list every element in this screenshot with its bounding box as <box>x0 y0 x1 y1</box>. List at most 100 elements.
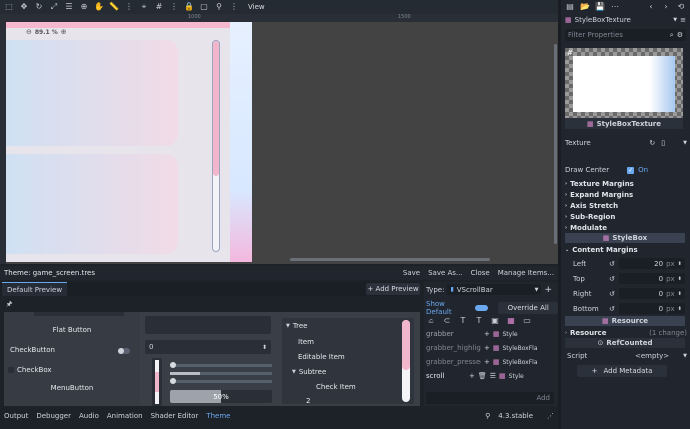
reset-icon[interactable]: ↺ <box>609 275 615 283</box>
tab-theme[interactable]: Theme <box>206 412 230 420</box>
reload-icon[interactable]: ↻ <box>649 139 655 147</box>
flat-button[interactable]: Flat Button <box>4 326 140 334</box>
tab-default-preview[interactable]: Default Preview <box>2 282 68 296</box>
margin-bottom[interactable]: Bottom ↺ 0 px ⬍ <box>565 301 687 316</box>
save-resource-icon[interactable]: 💾 <box>595 2 605 12</box>
font-size-tab-icon[interactable]: T <box>474 316 484 326</box>
resource-section-header[interactable]: ▦ Resource <box>565 316 685 326</box>
back-icon[interactable]: ‹ <box>646 2 656 12</box>
vscrollbar-preview[interactable] <box>212 40 220 252</box>
tree-item-subtree[interactable]: ▼ Subtree <box>292 368 326 376</box>
save-as-button[interactable]: Save As... <box>428 269 463 277</box>
color-tab-icon[interactable]: ಎ <box>426 316 436 326</box>
override-icon[interactable]: + <box>484 358 490 366</box>
zoom-value[interactable]: 89.1 % <box>35 29 58 36</box>
icon-tab-icon[interactable]: ▣ <box>490 316 500 326</box>
chevron-down-icon[interactable]: ▼ <box>683 353 687 359</box>
manage-items-button[interactable]: Manage Items... <box>498 269 554 277</box>
tab-shader-editor[interactable]: Shader Editor <box>151 412 199 420</box>
show-default-toggle[interactable] <box>474 305 489 311</box>
margin-top[interactable]: Top ↺ 0 px ⬍ <box>565 271 687 286</box>
add-item-input[interactable]: Add <box>426 392 554 404</box>
group-content-margins[interactable]: ⌄ Content Margins <box>565 245 638 255</box>
list-select-icon[interactable]: ☰ <box>64 2 74 12</box>
item-row-grabber-pressed[interactable]: grabber_pressed + ▦ StyleBoxFla <box>426 356 552 368</box>
viewport-scrollbar-h[interactable] <box>290 258 490 261</box>
history-icon[interactable]: ⟲ <box>676 2 686 12</box>
group-axis-stretch[interactable]: › Axis Stretch <box>565 200 687 211</box>
close-button[interactable]: Close <box>471 269 490 277</box>
check-box[interactable]: CheckBox <box>8 366 52 374</box>
line-edit-preview[interactable] <box>145 316 271 334</box>
tab-animation[interactable]: Animation <box>107 412 143 420</box>
snap-options-icon[interactable]: ⋮ <box>169 2 179 12</box>
view-menu[interactable]: View <box>248 3 265 11</box>
type-select[interactable]: ▮ VScrollBar ▼ <box>447 284 542 295</box>
zoom-in-icon[interactable]: ⊕ <box>61 28 67 36</box>
smart-snap-icon[interactable]: ⌖ <box>139 2 149 12</box>
texture-property[interactable]: Texture ↻ ▯ ▼ <box>565 136 687 150</box>
check-button-label[interactable]: CheckButton <box>10 346 55 354</box>
forward-icon[interactable]: › <box>661 2 671 12</box>
group-sub-region[interactable]: › Sub-Region <box>565 211 687 222</box>
extra-options-icon[interactable]: ⋯ <box>610 2 620 12</box>
margin-right[interactable]: Right ↺ 0 px ⬍ <box>565 286 687 301</box>
tree-item-check[interactable]: Check Item <box>316 383 356 391</box>
item-row-grabber-highlight[interactable]: grabber_highlight + ▦ StyleBoxFla <box>426 342 552 354</box>
filter-properties[interactable]: Filter Properties ⌕ ⚙ <box>565 29 686 41</box>
list-icon[interactable]: ☰ <box>490 372 496 380</box>
font-tab-icon[interactable]: T <box>458 316 468 326</box>
item-row-grabber[interactable]: grabber + ▦ Style <box>426 328 552 340</box>
pivot-tool-icon[interactable]: ⊕ <box>79 2 89 12</box>
hslider-3[interactable] <box>170 378 272 384</box>
delete-icon[interactable]: 🗑 <box>478 372 487 380</box>
override-icon[interactable]: + <box>469 372 475 380</box>
add-metadata-button[interactable]: + Add Metadata <box>577 365 667 377</box>
tree-item-editable[interactable]: Editable Item <box>298 353 345 361</box>
hslider-1[interactable] <box>170 362 272 368</box>
grid-icon[interactable]: # <box>567 49 573 57</box>
group-texture-margins[interactable]: › Texture Margins <box>565 178 687 189</box>
tab-output[interactable]: Output <box>4 412 28 420</box>
tree-item[interactable]: Item <box>298 338 314 346</box>
refcounted-section-header[interactable]: ⊙ RefCounted <box>565 338 685 348</box>
viewport-scrollbar-v[interactable] <box>554 44 557 244</box>
spinbox-preview[interactable]: 0 ⬍ <box>145 340 271 354</box>
vslider-preview[interactable] <box>152 358 162 406</box>
select-tool-icon[interactable]: ⬚ <box>4 2 14 12</box>
scale-tool-icon[interactable]: ⤢ <box>49 2 59 12</box>
override-all-button[interactable]: Override All <box>498 302 558 314</box>
chevron-down-icon[interactable]: ▼ <box>683 140 687 146</box>
checkbox-checked-icon[interactable]: ✓ <box>627 166 635 174</box>
group-modulate[interactable]: › Modulate <box>565 222 687 233</box>
group-resource[interactable]: › Resource (1 change) <box>565 328 687 338</box>
script-property[interactable]: Script <empty> ▼ <box>565 351 687 361</box>
add-type-icon[interactable]: + <box>544 285 552 295</box>
tree-preview[interactable]: ▼ Tree Item Editable Item ▼ Subtree Check … <box>282 318 414 405</box>
rotate-tool-icon[interactable]: ↻ <box>34 2 44 12</box>
filter-input[interactable]: Filter Properties <box>568 31 623 39</box>
spin-icon[interactable]: ⬍ <box>678 306 682 312</box>
override-icon[interactable]: + <box>484 344 490 352</box>
object-menu-icon[interactable]: ≡ <box>680 16 686 24</box>
hslider-2[interactable] <box>170 372 272 375</box>
spin-icon[interactable]: ⬍ <box>678 291 682 297</box>
add-item-label[interactable]: Add <box>536 394 550 402</box>
new-resource-icon[interactable]: ▤ <box>565 2 575 12</box>
lock-icon[interactable]: 🔒 <box>184 2 194 12</box>
grid-snap-icon[interactable]: # <box>154 2 164 12</box>
theme-type-tab-icon[interactable]: ▭ <box>522 316 532 326</box>
margin-left[interactable]: Left ↺ 20 px ⬍ <box>565 256 687 271</box>
item-row-scroll[interactable]: scroll + 🗑 ☰ ▦ Style <box>426 370 552 382</box>
tab-audio[interactable]: Audio <box>79 412 99 420</box>
stylebox-tab-icon[interactable]: ▦ <box>506 316 516 326</box>
ruler-tool-icon[interactable]: 📏 <box>109 2 119 12</box>
pin-icon[interactable]: 🖈 <box>6 300 12 311</box>
load-resource-icon[interactable]: 📂 <box>580 2 590 12</box>
more-options-icon[interactable]: ⋮ <box>124 2 134 12</box>
save-button[interactable]: Save <box>403 269 420 277</box>
bone-options-icon[interactable]: ⋮ <box>229 2 239 12</box>
draw-center-property[interactable]: Draw Center ✓ On <box>565 164 687 176</box>
group-icon[interactable]: ▢ <box>199 2 209 12</box>
bone-icon[interactable]: ⚲ <box>214 2 224 12</box>
